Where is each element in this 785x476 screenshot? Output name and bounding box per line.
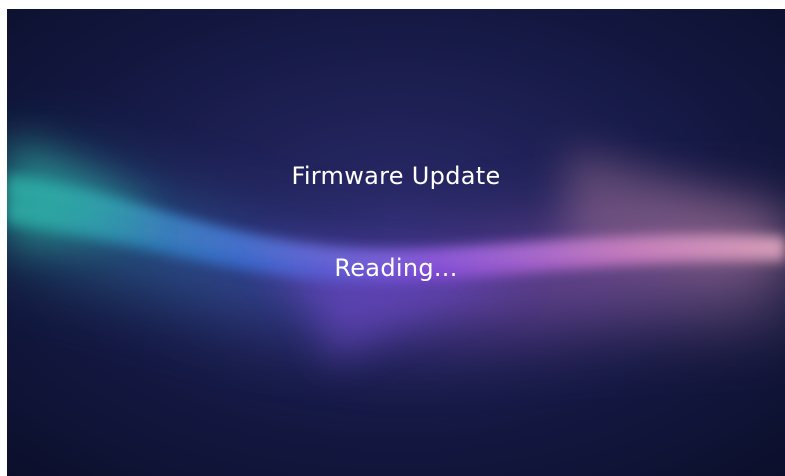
status-text: Reading... — [334, 254, 458, 282]
wave-background — [7, 9, 785, 476]
firmware-update-screen: Firmware Update Reading... — [7, 9, 785, 476]
page-title: Firmware Update — [291, 162, 501, 190]
